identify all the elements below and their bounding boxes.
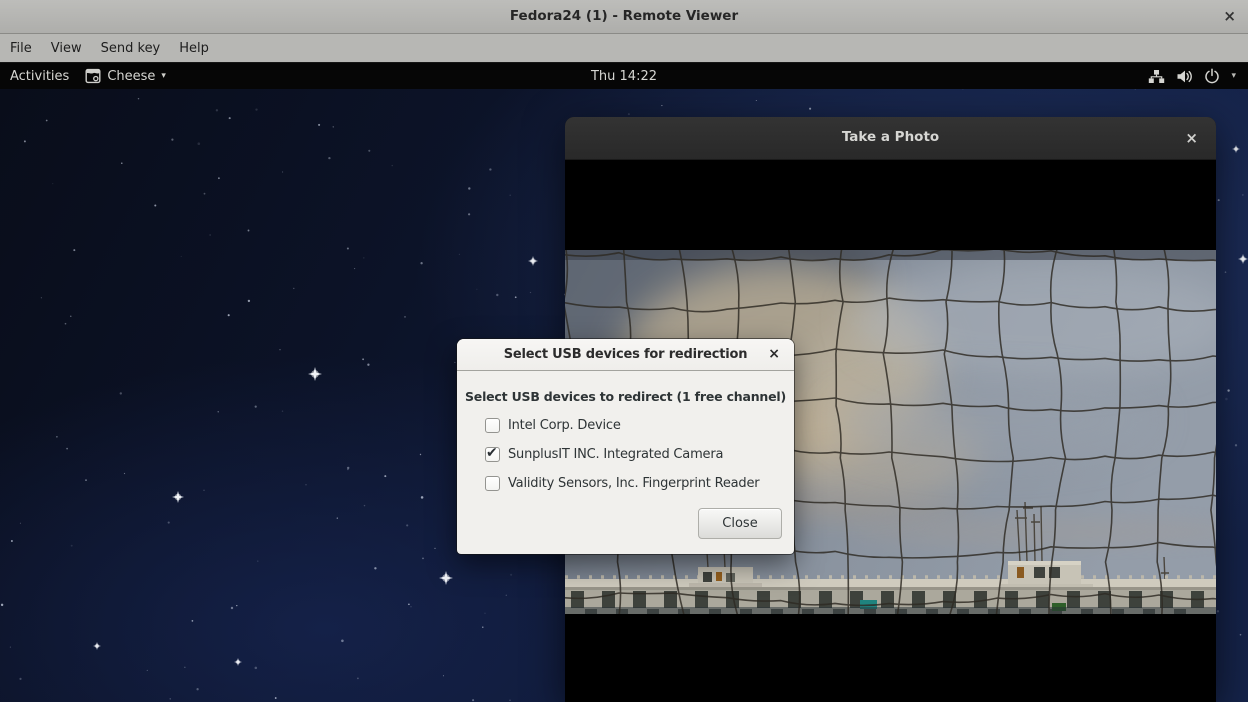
checkmark-icon: ✔ [486, 445, 498, 461]
network-wired-icon [1148, 69, 1165, 84]
close-button[interactable]: Close [698, 508, 782, 539]
dialog-titlebar: Select USB devices for redirection × [457, 339, 794, 371]
volume-icon [1176, 69, 1193, 84]
clock[interactable]: Thu 14:22 [0, 69, 1248, 84]
system-status-area[interactable]: ▾ [1148, 63, 1236, 89]
usb-redirection-dialog: Select USB devices for redirection × Sel… [457, 339, 794, 554]
usb-device-label: Intel Corp. Device [508, 418, 621, 433]
activities-button[interactable]: Activities [10, 69, 69, 84]
app-menu-label: Cheese [107, 69, 155, 84]
photo-window-title: Take a Photo [565, 129, 1216, 145]
window-title: Fedora24 (1) - Remote Viewer [0, 8, 1248, 24]
power-icon [1204, 68, 1220, 84]
checkbox-camera[interactable]: ✔ [485, 447, 500, 462]
usb-device-row-intel[interactable]: ✔ Intel Corp. Device [485, 417, 759, 433]
remote-viewer-menubar: File View Send key Help [0, 34, 1248, 63]
remote-viewer-titlebar: Fedora24 (1) - Remote Viewer × [0, 0, 1248, 34]
usb-device-list: ✔ Intel Corp. Device ✔ SunplusIT INC. In… [485, 417, 759, 504]
caret-down-icon: ▾ [1231, 71, 1236, 81]
menu-view[interactable]: View [51, 41, 82, 56]
window-close-icon[interactable]: × [1223, 7, 1236, 25]
checkbox-intel[interactable]: ✔ [485, 418, 500, 433]
checkbox-fingerprint[interactable]: ✔ [485, 476, 500, 491]
gnome-top-bar: Activities Cheese ▾ Thu 14:22 [0, 63, 1248, 89]
menu-help[interactable]: Help [179, 41, 209, 56]
screen: Fedora24 (1) - Remote Viewer × File View… [0, 0, 1248, 702]
usb-device-row-fingerprint[interactable]: ✔ Validity Sensors, Inc. Fingerprint Rea… [485, 475, 759, 491]
dialog-heading: Select USB devices to redirect (1 free c… [457, 389, 794, 404]
photo-window-titlebar: Take a Photo × [565, 117, 1216, 160]
menu-send-key[interactable]: Send key [101, 41, 161, 56]
usb-device-label: SunplusIT INC. Integrated Camera [508, 447, 723, 462]
dialog-title: Select USB devices for redirection [457, 347, 794, 362]
cheese-app-icon [85, 68, 101, 84]
usb-device-row-camera[interactable]: ✔ SunplusIT INC. Integrated Camera [485, 446, 759, 462]
desktop: Take a Photo × [0, 89, 1248, 702]
dialog-close-icon[interactable]: × [768, 346, 780, 362]
usb-device-label: Validity Sensors, Inc. Fingerprint Reade… [508, 476, 759, 491]
photo-window-close-icon[interactable]: × [1185, 128, 1198, 148]
caret-down-icon: ▾ [161, 71, 166, 81]
menu-file[interactable]: File [10, 41, 32, 56]
app-menu-cheese[interactable]: Cheese ▾ [85, 68, 166, 84]
